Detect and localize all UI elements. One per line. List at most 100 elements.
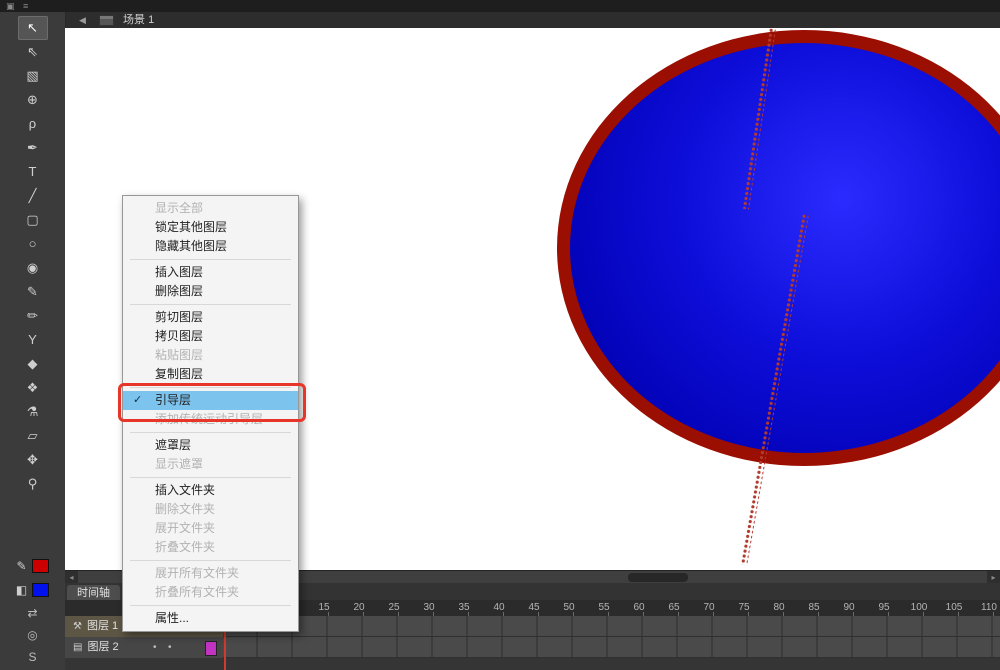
layer-name: 图层 2 — [87, 641, 119, 653]
edit-bar: ◀ 场景 1 — [65, 12, 1000, 29]
menu-item[interactable]: 复制图层 — [123, 365, 298, 384]
layer-frames-track[interactable] — [223, 616, 1000, 637]
menu-divider — [130, 605, 291, 606]
menu-item: 展开文件夹 — [123, 519, 298, 538]
menu-item-label: 拷贝图层 — [155, 329, 204, 343]
annotation-highlight-box — [118, 383, 306, 422]
timeline-empty-area — [65, 658, 1000, 670]
menu-item[interactable]: 遮罩层 — [123, 436, 298, 455]
layer-frames-track[interactable] — [223, 637, 1000, 658]
hand-tool-icon[interactable]: ✥ — [18, 448, 48, 472]
menu-item-label: 粘贴图层 — [155, 348, 204, 362]
zoom-tool-icon[interactable]: ⚲ — [18, 472, 48, 496]
menu-item: 折叠所有文件夹 — [123, 583, 298, 602]
menu-item-label: 属性... — [155, 611, 190, 625]
menu-item-label: 隐藏其他图层 — [155, 239, 228, 253]
menu-item: 展开所有文件夹 — [123, 564, 298, 583]
frame-number: 85 — [808, 602, 820, 613]
bone-tool-icon[interactable]: Υ — [18, 328, 48, 352]
rectangle-tool-icon[interactable]: ▢ — [18, 208, 48, 232]
line-tool-icon[interactable]: ╱ — [18, 184, 48, 208]
app-icon: ▣ — [6, 1, 15, 11]
menu-item-label: 折叠所有文件夹 — [155, 585, 240, 599]
stroke-color-row: ✎ — [0, 554, 65, 578]
layer-outline-swatch[interactable] — [205, 641, 217, 656]
frame-number: 100 — [910, 602, 928, 613]
fill-color-swatch[interactable] — [32, 583, 50, 597]
frame-number: 90 — [843, 602, 855, 613]
menu-item-label: 插入文件夹 — [155, 483, 216, 497]
menu-item[interactable]: 锁定其他图层 — [123, 218, 298, 237]
menu-divider — [130, 432, 291, 433]
toolbar-colors: ✎ ◧ ⇄ ◎ S — [0, 554, 65, 668]
window-title-strip: ▣ ≡ — [0, 0, 1000, 12]
back-button[interactable]: ◀ — [79, 15, 86, 25]
frame-number: 15 — [318, 602, 330, 613]
blue-circle-shape[interactable] — [557, 30, 1000, 466]
menu-item[interactable]: 属性... — [123, 609, 298, 628]
frame-number: 40 — [493, 602, 505, 613]
fill-color-row: ◧ — [0, 578, 65, 602]
menu-item-label: 删除文件夹 — [155, 502, 216, 516]
free-transform-tool-icon[interactable]: ▧ — [18, 64, 48, 88]
tools-panel: ↖ ⇖ ▧ ⊕ ρ ✒ T ╱ ▢ ○ ◉ ✎ ✏ Υ ◆ ❖ ⚗ ▱ ✥ ⚲ ✎ ◧ ⇄ ◎ S — [0, 12, 66, 670]
fill-color-icon: ◧ — [15, 583, 28, 597]
frame-number: 20 — [353, 602, 365, 613]
frame-number: 50 — [563, 602, 575, 613]
menu-item[interactable]: 插入文件夹 — [123, 481, 298, 500]
3d-rotation-tool-icon[interactable]: ⊕ — [18, 88, 48, 112]
oval-tool-icon[interactable]: ○ — [18, 232, 48, 256]
frame-number: 30 — [423, 602, 435, 613]
menu-item[interactable]: 删除图层 — [123, 282, 298, 301]
pen-tool-icon[interactable]: ✒ — [18, 136, 48, 160]
lasso-tool-icon[interactable]: ρ — [18, 112, 48, 136]
menu-divider — [130, 477, 291, 478]
menu-item[interactable]: 剪切图层 — [123, 308, 298, 327]
menu-item-label: 复制图层 — [155, 367, 204, 381]
scrollbar-thumb[interactable] — [628, 573, 688, 582]
menu-item: 粘贴图层 — [123, 346, 298, 365]
layer-row[interactable]: ▤ 图层 2 • • — [65, 637, 1000, 659]
menu-item-label: 显示全部 — [155, 201, 204, 215]
layer-name-cell[interactable]: ▤ 图层 2 • • — [65, 637, 223, 659]
menu-icon[interactable]: ≡ — [23, 1, 28, 11]
stroke-color-icon: ✎ — [16, 559, 27, 573]
menu-item-label: 展开文件夹 — [155, 521, 216, 535]
subselection-tool-icon[interactable]: ⇖ — [18, 40, 48, 64]
deco-tool-icon[interactable]: ❖ — [18, 376, 48, 400]
menu-item: 折叠文件夹 — [123, 538, 298, 557]
stroke-color-swatch[interactable] — [31, 559, 49, 573]
layer-status-dot[interactable]: • — [153, 637, 157, 658]
layer-status-dot[interactable]: • — [168, 637, 172, 658]
polystar-tool-icon[interactable]: ◉ — [18, 256, 48, 280]
swap-colors-button[interactable]: ⇄ — [0, 602, 65, 624]
menu-item-label: 折叠文件夹 — [155, 540, 216, 554]
eraser-tool-icon[interactable]: ▱ — [18, 424, 48, 448]
layer-icon: ▤ — [73, 642, 83, 653]
menu-item-label: 显示遮罩 — [155, 457, 204, 471]
menu-item[interactable]: 拷贝图层 — [123, 327, 298, 346]
menu-item-label: 剪切图层 — [155, 310, 204, 324]
brush-tool-icon[interactable]: ✏ — [18, 304, 48, 328]
guide-layer-icon: ⚒ — [73, 621, 82, 632]
menu-item-label: 锁定其他图层 — [155, 220, 228, 234]
menu-item-label: 展开所有文件夹 — [155, 566, 240, 580]
menu-item: 显示遮罩 — [123, 455, 298, 474]
pencil-tool-icon[interactable]: ✎ — [18, 280, 48, 304]
application-window: ▣ ≡ ◀ 场景 1 ↖ ⇖ ▧ ⊕ ρ ✒ T ╱ ▢ ○ ◉ ✎ ✏ Υ ◆ ❖ ⚗ ▱ ✥ ⚲ ✎ ◧ ⇄ ◎ … — [0, 0, 1000, 670]
snap-toggle-button[interactable]: ◎ — [0, 624, 65, 646]
frame-number: 35 — [458, 602, 470, 613]
menu-item-label: 删除图层 — [155, 284, 204, 298]
frame-number: 25 — [388, 602, 400, 613]
selection-tool-icon[interactable]: ↖ — [17, 16, 48, 40]
frame-number: 105 — [945, 602, 963, 613]
tool-option-button[interactable]: S — [0, 646, 65, 668]
eyedropper-tool-icon[interactable]: ⚗ — [18, 400, 48, 424]
menu-item[interactable]: 隐藏其他图层 — [123, 237, 298, 256]
frame-number: 110 — [981, 602, 997, 613]
frame-number: 70 — [703, 602, 715, 613]
menu-item[interactable]: 插入图层 — [123, 263, 298, 282]
frame-number: 45 — [528, 602, 540, 613]
text-tool-icon[interactable]: T — [18, 160, 48, 184]
paint-bucket-tool-icon[interactable]: ◆ — [18, 352, 48, 376]
